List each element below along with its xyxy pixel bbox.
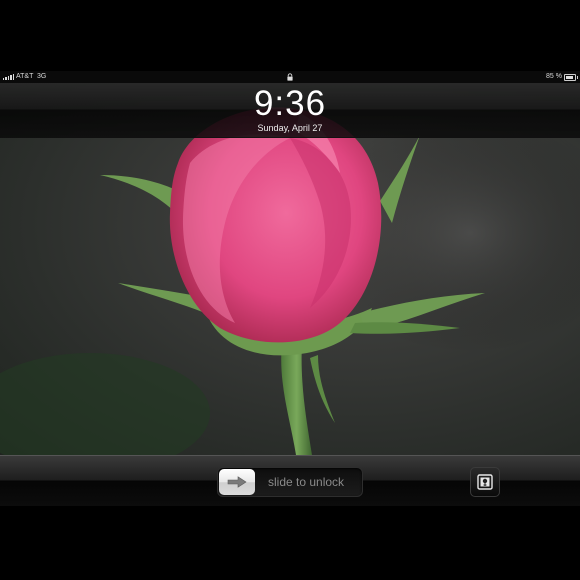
ipad-lock-screen: AT&T 3G 85 % 9:36 Sunday, April 27 slide…: [0, 0, 580, 580]
picture-frame-button[interactable]: [470, 467, 500, 497]
carrier-label: AT&T: [16, 73, 34, 80]
status-bar: AT&T 3G 85 %: [0, 71, 580, 83]
lock-icon: [287, 73, 293, 81]
battery-icon: [564, 74, 578, 81]
right-arrow-icon: [227, 476, 247, 488]
slide-to-unlock-knob[interactable]: [219, 469, 255, 495]
battery-fill-level: [566, 76, 573, 79]
picture-frame-icon: [477, 474, 493, 490]
slide-to-unlock-label: slide to unlock: [268, 475, 345, 489]
clock-band: 9:36 Sunday, April 27: [0, 83, 580, 138]
wallpaper-rosebud: [0, 83, 580, 455]
clock-date: Sunday, April 27: [257, 123, 323, 133]
battery-percentage: 85 %: [546, 73, 562, 80]
clock-time: 9:36: [253, 84, 327, 123]
slide-to-unlock-track[interactable]: slide to unlock: [217, 467, 363, 497]
unlock-band: slide to unlock: [0, 455, 580, 506]
signal-bars-icon: [3, 74, 14, 80]
network-type-label: 3G: [37, 73, 47, 80]
